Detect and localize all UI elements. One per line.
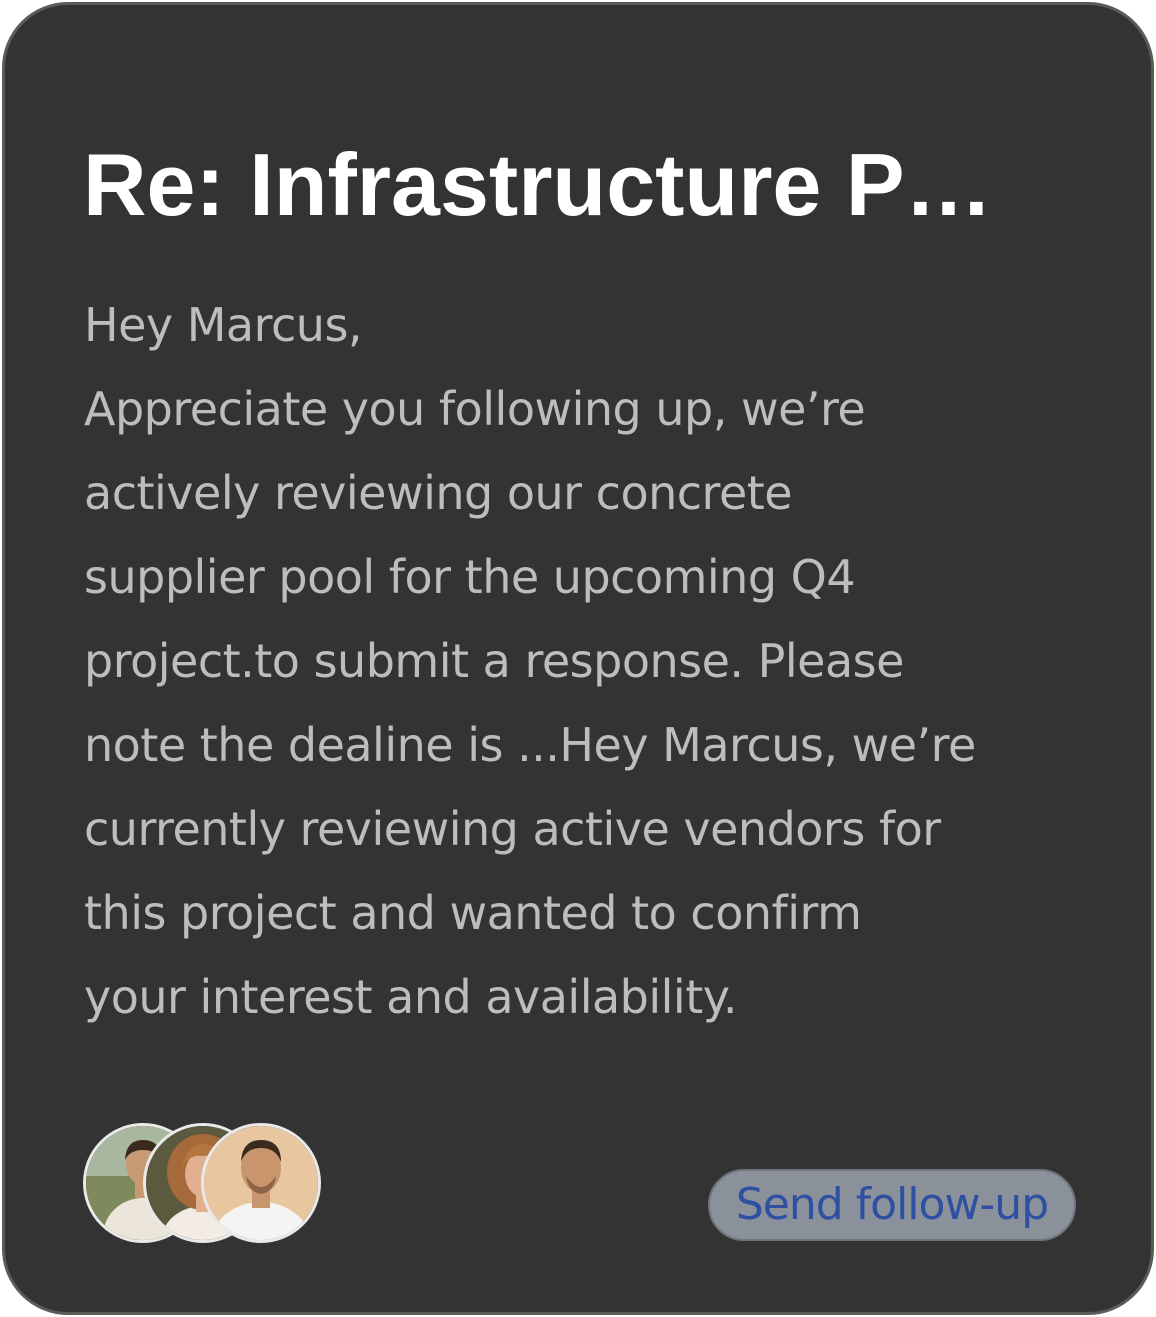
participant-avatars[interactable]	[83, 1123, 323, 1243]
email-body-line: actively reviewing our concrete	[84, 466, 793, 520]
email-body-line: note the dealine is ...Hey Marcus, we’re	[84, 718, 976, 772]
person-photo-icon	[204, 1126, 318, 1240]
email-body-line: project.to submit a response. Please	[84, 634, 904, 688]
email-body-line: Appreciate you following up, we’re	[84, 382, 866, 436]
email-body-preview: Hey Marcus, Appreciate you following up,…	[84, 283, 1094, 1039]
email-body-line: supplier pool for the upcoming Q4	[84, 550, 856, 604]
email-body-line: Hey Marcus,	[84, 298, 363, 352]
email-preview-card[interactable]: Re: Infrastructure P… Hey Marcus, Apprec…	[2, 2, 1154, 1315]
email-body-line: this project and wanted to confirm	[84, 886, 862, 940]
avatar[interactable]	[201, 1123, 321, 1243]
email-body-line: currently reviewing active vendors for	[84, 802, 941, 856]
email-body-line: your interest and availability.	[84, 970, 738, 1024]
email-subject-title: Re: Infrastructure P…	[83, 135, 993, 234]
send-follow-up-button[interactable]: Send follow-up	[708, 1169, 1076, 1241]
